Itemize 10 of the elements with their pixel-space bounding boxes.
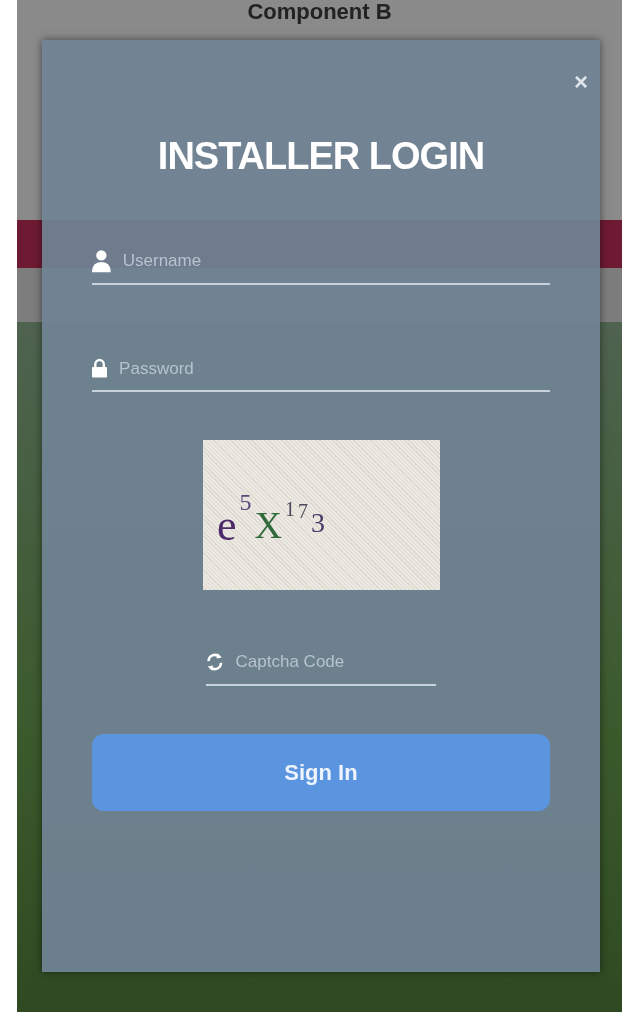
refresh-icon[interactable] — [206, 650, 224, 673]
lock-icon — [92, 358, 108, 379]
page-heading: Component B — [246, 0, 393, 24]
modal-title: INSTALLER LOGIN — [156, 134, 486, 179]
close-button[interactable]: × — [574, 70, 588, 94]
password-field[interactable]: Password — [117, 354, 550, 382]
username-field[interactable]: Username — [120, 247, 550, 275]
user-icon — [92, 248, 111, 273]
captcha-field[interactable]: Captcha Code — [233, 648, 436, 676]
sign-in-button[interactable]: Sign In — [92, 733, 550, 811]
